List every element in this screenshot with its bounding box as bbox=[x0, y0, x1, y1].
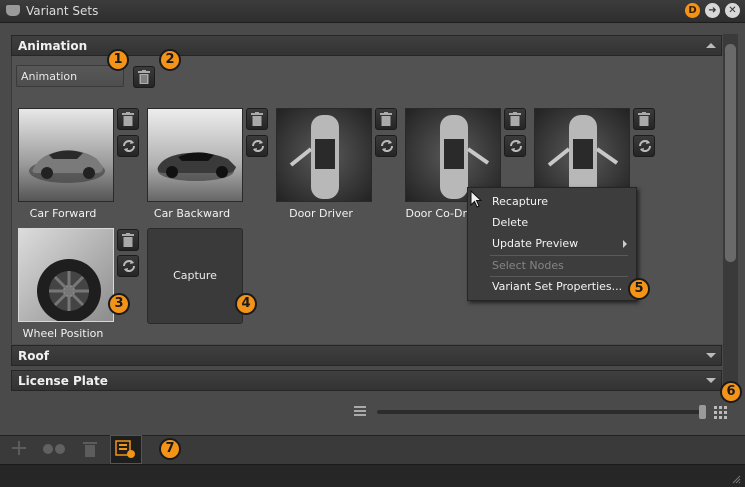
menu-separator bbox=[490, 255, 628, 256]
recapture-variant-button[interactable] bbox=[246, 135, 268, 157]
recapture-variant-button[interactable] bbox=[117, 135, 139, 157]
expand-icon bbox=[706, 378, 716, 383]
callout-badge: 4 bbox=[235, 293, 257, 315]
variant-caption: Door Driver bbox=[289, 207, 353, 220]
variant-caption: Car Backward bbox=[153, 207, 231, 220]
callout-badge: 5 bbox=[628, 278, 650, 300]
variant-caption: Car Forward bbox=[29, 207, 97, 220]
menu-item-select-nodes: Select Nodes bbox=[492, 259, 564, 272]
trash-icon bbox=[122, 233, 134, 247]
refresh-icon bbox=[510, 140, 522, 152]
callout-badge: 3 bbox=[108, 293, 130, 315]
thumbnail-size-slider[interactable] bbox=[377, 410, 705, 414]
title-bar: Variant Sets D ➜ ✕ bbox=[0, 0, 745, 23]
refresh-icon bbox=[252, 140, 264, 152]
callout-badge: 1 bbox=[107, 49, 129, 71]
window-title: Variant Sets bbox=[26, 4, 99, 18]
section-title: Roof bbox=[18, 349, 49, 363]
delete-variant-button[interactable] bbox=[246, 108, 268, 130]
collapse-icon bbox=[706, 43, 716, 48]
trash-icon bbox=[380, 112, 392, 126]
slider-handle[interactable] bbox=[699, 405, 706, 419]
refresh-icon bbox=[639, 140, 651, 152]
variant-sets-app-icon bbox=[6, 5, 20, 16]
menu-item-delete[interactable]: Delete bbox=[492, 216, 528, 229]
trash-icon bbox=[122, 112, 134, 126]
menu-item-recapture[interactable]: Recapture bbox=[492, 195, 548, 208]
expand-icon bbox=[706, 353, 716, 358]
close-icon[interactable]: ✕ bbox=[725, 3, 740, 18]
trash-icon bbox=[138, 70, 150, 84]
variant-thumbnail-wheel-position[interactable] bbox=[18, 228, 114, 322]
delete-variant-button[interactable] bbox=[117, 229, 139, 251]
recapture-variant-button[interactable] bbox=[375, 135, 397, 157]
variant-set-view-button[interactable] bbox=[110, 435, 142, 464]
add-icon[interactable] bbox=[12, 441, 26, 455]
variant-thumbnail-door-driver[interactable] bbox=[276, 108, 372, 202]
link-icon[interactable] bbox=[42, 443, 66, 455]
list-view-icon[interactable] bbox=[354, 406, 366, 417]
variant-set-name-input[interactable] bbox=[16, 65, 124, 87]
section-title: Animation bbox=[18, 39, 88, 53]
mouse-cursor-icon bbox=[470, 189, 483, 211]
refresh-icon bbox=[123, 140, 135, 152]
resize-grip-icon[interactable] bbox=[731, 474, 741, 487]
menu-item-update-preview[interactable]: Update Preview bbox=[492, 237, 578, 250]
d-badge-icon[interactable]: D bbox=[685, 3, 700, 18]
delete-variant-button[interactable] bbox=[375, 108, 397, 130]
refresh-icon bbox=[123, 260, 135, 272]
variant-caption: Wheel Position bbox=[22, 327, 104, 340]
recapture-variant-button[interactable] bbox=[633, 135, 655, 157]
section-header-roof[interactable]: Roof bbox=[11, 345, 722, 366]
trash-icon[interactable] bbox=[83, 441, 97, 457]
capture-button[interactable]: Capture bbox=[147, 228, 243, 324]
scrollbar-thumb[interactable] bbox=[725, 44, 736, 262]
arrow-right-icon[interactable]: ➜ bbox=[705, 3, 720, 18]
trash-icon bbox=[251, 112, 263, 126]
recapture-variant-button[interactable] bbox=[117, 255, 139, 277]
delete-variant-button[interactable] bbox=[117, 108, 139, 130]
menu-separator bbox=[490, 276, 628, 277]
variant-thumbnail-car-backward[interactable] bbox=[147, 108, 243, 202]
menu-item-variant-set-properties[interactable]: Variant Set Properties... bbox=[492, 280, 622, 293]
status-bar bbox=[0, 464, 745, 487]
submenu-arrow-icon bbox=[623, 240, 627, 248]
grid-view-icon[interactable] bbox=[714, 406, 727, 419]
variant-set-icon bbox=[115, 440, 135, 458]
callout-badge: 2 bbox=[159, 49, 181, 71]
variant-thumbnail-car-forward[interactable] bbox=[18, 108, 114, 202]
refresh-icon bbox=[381, 140, 393, 152]
recapture-variant-button[interactable] bbox=[504, 135, 526, 157]
callout-badge: 6 bbox=[720, 381, 742, 403]
section-header-license-plate[interactable]: License Plate bbox=[11, 370, 722, 391]
delete-variant-button[interactable] bbox=[633, 108, 655, 130]
callout-badge: 7 bbox=[159, 438, 181, 460]
context-menu: Recapture Delete Update Preview Select N… bbox=[467, 187, 637, 301]
delete-variant-set-button[interactable] bbox=[133, 66, 155, 88]
trash-icon bbox=[638, 112, 650, 126]
variant-caption: Door Co-Dr bbox=[405, 207, 467, 220]
trash-icon bbox=[509, 112, 521, 126]
delete-variant-button[interactable] bbox=[504, 108, 526, 130]
section-title: License Plate bbox=[18, 374, 108, 388]
